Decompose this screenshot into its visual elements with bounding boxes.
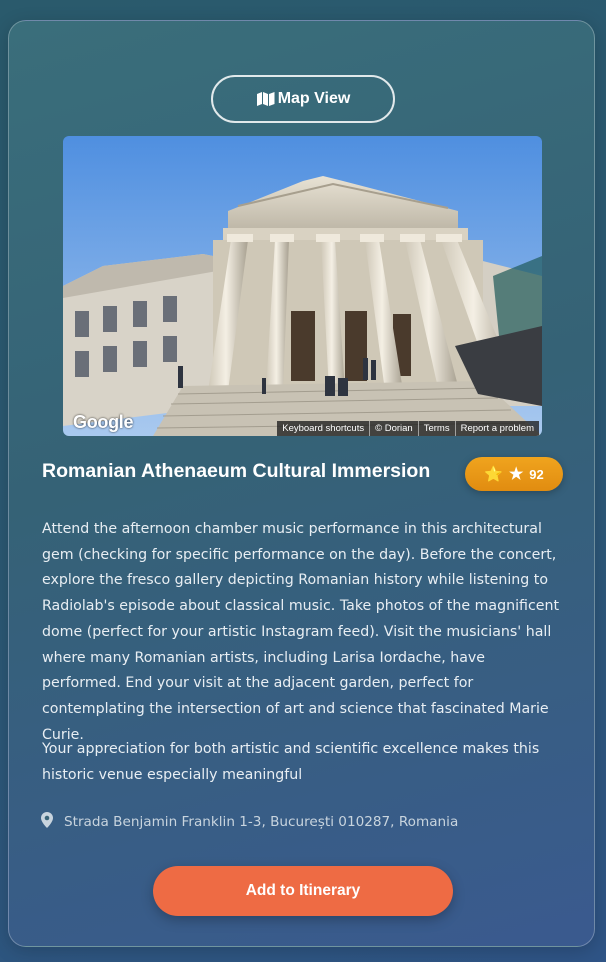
report-problem-link[interactable]: Report a problem bbox=[454, 421, 539, 436]
location-pin-icon bbox=[41, 812, 53, 832]
attraction-card: Map View Google Keyboard shortcuts © Dor… bbox=[8, 20, 595, 947]
map-view-label: Map View bbox=[277, 90, 351, 107]
street-view-photo[interactable]: Google Keyboard shortcuts © Dorian Terms… bbox=[63, 136, 542, 436]
attraction-description: Attend the afternoon chamber music perfo… bbox=[42, 521, 560, 743]
map-attribution-bar: Keyboard shortcuts © Dorian Terms Report… bbox=[277, 421, 539, 436]
attraction-title: Romanian Athenaeum Cultural Immersion bbox=[42, 460, 431, 482]
address-text: Strada Benjamin Franklin 1-3, București … bbox=[64, 814, 459, 830]
map-icon bbox=[256, 91, 276, 107]
add-to-itinerary-button[interactable]: Add to Itinerary bbox=[153, 866, 453, 916]
photo-credit: © Dorian bbox=[369, 421, 418, 436]
athenaeum-image bbox=[63, 136, 542, 436]
address-row: Strada Benjamin Franklin 1-3, București … bbox=[41, 811, 458, 833]
google-logo: Google bbox=[73, 412, 134, 432]
keyboard-shortcuts-link[interactable]: Keyboard shortcuts bbox=[277, 421, 369, 436]
terms-link[interactable]: Terms bbox=[417, 421, 455, 436]
star-icon: ★ bbox=[508, 466, 524, 483]
rating-value: 92 bbox=[529, 466, 544, 482]
star-emoji-icon: ⭐ bbox=[484, 466, 503, 483]
rating-badge: ⭐ ★ 92 bbox=[465, 457, 563, 491]
map-view-button[interactable]: Map View bbox=[211, 75, 395, 123]
personalized-note: Your appreciation for both artistic and … bbox=[42, 741, 540, 783]
